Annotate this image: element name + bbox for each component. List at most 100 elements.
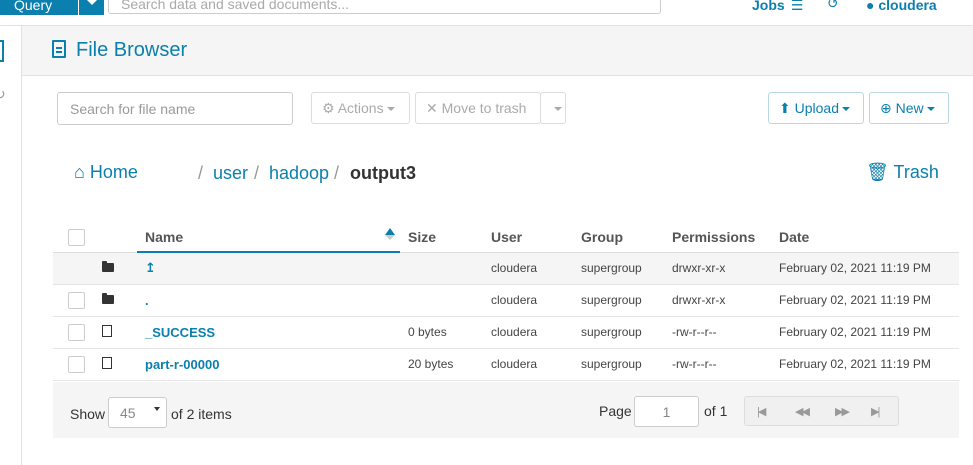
name-column-header[interactable]: Name [137, 222, 400, 253]
sliders-icon: ☰ [790, 0, 804, 13]
pager-controls: |◀ ◀◀ ▶▶ ▶| [744, 396, 899, 426]
upload-button[interactable]: ⬆ Upload [768, 92, 864, 124]
row-date: February 02, 2021 11:19 PM [779, 284, 959, 317]
top-navigation-bar: Query Search data and saved documents...… [0, 0, 973, 26]
chevron-down-icon [154, 407, 160, 411]
breadcrumb-current: output3 [350, 163, 416, 183]
show-label: Show [70, 406, 106, 422]
row-date: February 02, 2021 11:19 PM [779, 252, 959, 285]
items-count: of 2 items [171, 406, 232, 422]
page-header: File Browser [22, 26, 973, 76]
permissions-column-header[interactable]: Permissions [672, 222, 779, 253]
folder-icon [102, 261, 114, 272]
row-user: cloudera [491, 316, 581, 349]
breadcrumb-separator: / [198, 163, 204, 183]
size-column-header[interactable]: Size [400, 222, 491, 253]
previous-page-icon[interactable]: ◀◀ [795, 405, 810, 418]
new-label: New [895, 100, 924, 116]
file-icon [52, 40, 66, 58]
move-to-trash-button[interactable]: ✕ Move to trash [415, 92, 541, 124]
rail-panel-icon[interactable] [0, 40, 4, 62]
refresh-icon[interactable]: ↻ [0, 86, 6, 103]
move-to-trash-label: Move to trash [441, 100, 527, 116]
page-size-select[interactable]: 45 [108, 397, 167, 428]
plus-icon: ⊕ [880, 100, 892, 116]
user-column-header[interactable]: User [491, 222, 581, 253]
row-user: cloudera [491, 348, 581, 381]
file-icon [102, 356, 112, 369]
row-checkbox[interactable] [68, 323, 85, 341]
page-label: Page [599, 403, 632, 419]
history-icon[interactable]: ↺ [827, 0, 839, 12]
file-icon [102, 324, 112, 337]
row-permissions: drwxr-xr-x [672, 284, 779, 317]
breadcrumb-home[interactable]: ⌂ Home [74, 162, 138, 183]
upload-icon: ⬆ [779, 100, 791, 116]
actions-label: Actions [337, 100, 384, 116]
row-user: cloudera [491, 284, 581, 317]
file-search-input[interactable]: Search for file name [57, 92, 293, 125]
row-size [400, 252, 491, 285]
gear-icon: ⚙ [322, 100, 335, 116]
file-table: Name Size User Group Permissions Date ↥ … [53, 222, 959, 381]
row-permissions: drwxr-xr-x [672, 252, 779, 285]
query-button[interactable]: Query [0, 0, 78, 15]
table-row[interactable]: . cloudera supergroup drwxr-xr-x Februar… [53, 284, 959, 317]
file-name-link[interactable]: part-r-00000 [145, 357, 219, 372]
pagination-footer: Show 45 of 2 items Page 1 of 1 |◀ ◀◀ ▶▶ … [53, 382, 959, 438]
next-page-icon[interactable]: ▶▶ [835, 405, 850, 418]
table-row[interactable]: part-r-00000 20 bytes cloudera supergrou… [53, 348, 959, 381]
row-group: supergroup [581, 284, 672, 317]
select-all-checkbox[interactable] [53, 222, 94, 253]
row-permissions: -rw-r--r-- [672, 316, 779, 349]
row-user: cloudera [491, 252, 581, 285]
table-row[interactable]: ↥ cloudera supergroup drwxr-xr-x Februar… [53, 252, 959, 285]
row-permissions: -rw-r--r-- [672, 348, 779, 381]
last-page-icon[interactable]: ▶| [871, 405, 880, 418]
trash-icon: 🗑 [866, 162, 889, 182]
trash-link[interactable]: 🗑 Trash [866, 162, 939, 183]
table-header-row: Name Size User Group Permissions Date [53, 222, 959, 253]
folder-icon [102, 293, 114, 304]
date-column-header[interactable]: Date [779, 222, 959, 253]
global-search-input[interactable]: Search data and saved documents... [108, 0, 661, 14]
left-rail: ↻ [0, 26, 22, 465]
row-date: February 02, 2021 11:19 PM [779, 348, 959, 381]
row-group: supergroup [581, 252, 672, 285]
first-page-icon[interactable]: |◀ [757, 405, 766, 418]
new-button[interactable]: ⊕ New [869, 92, 949, 124]
user-icon: ● [866, 0, 875, 13]
row-group: supergroup [581, 348, 672, 381]
user-menu[interactable]: ● cloudera [866, 0, 937, 13]
page-title: File Browser [76, 39, 188, 61]
breadcrumb-separator: / [334, 163, 340, 183]
parent-folder-link[interactable]: ↥ [145, 260, 156, 275]
query-dropdown-caret-icon[interactable] [79, 0, 104, 15]
page-number-input[interactable]: 1 [634, 396, 699, 427]
user-name: cloudera [878, 0, 937, 13]
file-name-link[interactable]: . [145, 293, 149, 308]
sort-ascending-icon [385, 228, 395, 240]
file-name-link[interactable]: _SUCCESS [145, 325, 215, 340]
row-size: 0 bytes [400, 316, 491, 349]
actions-button[interactable]: ⚙ Actions [311, 92, 410, 124]
row-group: supergroup [581, 316, 672, 349]
breadcrumb-user[interactable]: user [213, 163, 248, 184]
group-column-header[interactable]: Group [581, 222, 672, 253]
row-date: February 02, 2021 11:19 PM [779, 316, 959, 349]
row-size: 20 bytes [400, 348, 491, 381]
breadcrumb-hadoop[interactable]: hadoop [269, 163, 329, 184]
home-icon: ⌂ [74, 162, 85, 182]
breadcrumb-separator: / [254, 163, 260, 183]
row-checkbox[interactable] [68, 355, 85, 373]
jobs-label: Jobs [752, 0, 785, 13]
row-checkbox[interactable] [68, 291, 85, 309]
trash-options-caret[interactable] [540, 92, 566, 124]
jobs-button[interactable]: Jobs ☰ [752, 0, 803, 14]
home-label: Home [89, 162, 138, 182]
trash-label: Trash [893, 162, 939, 182]
table-row[interactable]: _SUCCESS 0 bytes cloudera supergroup -rw… [53, 316, 959, 349]
row-size [400, 284, 491, 317]
upload-label: Upload [794, 100, 839, 116]
close-icon: ✕ [426, 100, 438, 116]
